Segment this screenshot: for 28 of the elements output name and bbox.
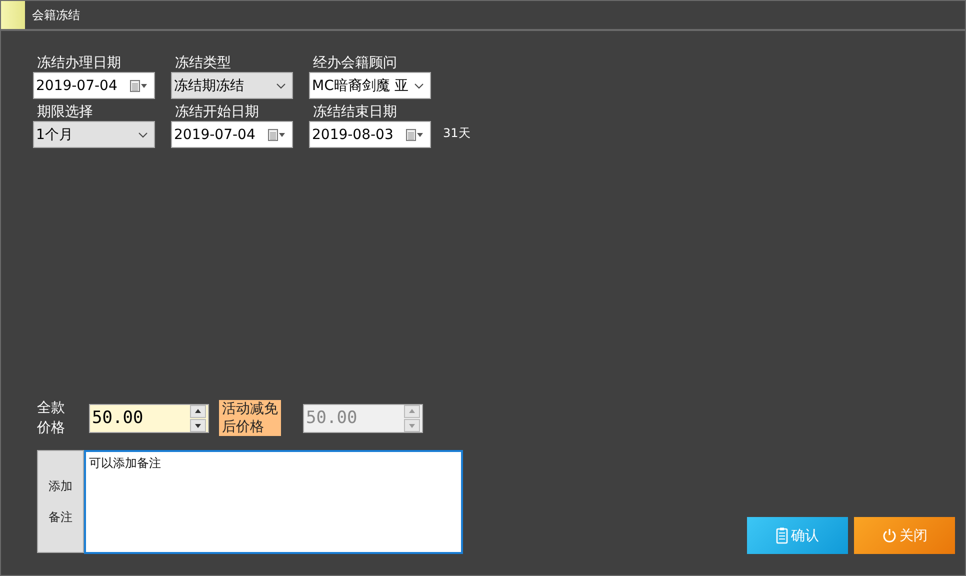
- field-label: 冻结开始日期: [175, 103, 260, 121]
- power-icon: [882, 528, 896, 543]
- calendar-icon: [406, 128, 424, 140]
- date-picker[interactable]: 2019-08-03: [309, 121, 431, 148]
- duration-text: 31天: [443, 125, 470, 142]
- field-label: 经办会籍顾问: [313, 54, 398, 72]
- chevron-icon: [414, 82, 424, 88]
- field-label: 冻结结束日期: [313, 103, 398, 121]
- dropdown[interactable]: MC暗裔剑魔 亚: [309, 72, 431, 99]
- date-picker[interactable]: 2019-07-04: [33, 72, 155, 99]
- discount-price-label: 活动减免 后价格: [219, 400, 281, 436]
- calendar-icon: [130, 80, 148, 92]
- chevron-icon: [138, 132, 148, 138]
- clipboard-icon: [776, 527, 788, 544]
- chevron-icon: [276, 82, 286, 88]
- field-label: 冻结办理日期: [37, 54, 122, 72]
- field-label: 冻结类型: [175, 54, 232, 72]
- dropdown[interactable]: 冻结期冻结: [171, 72, 293, 99]
- dropdown[interactable]: 1个月: [33, 121, 155, 148]
- date-picker[interactable]: 2019-07-04: [171, 121, 293, 148]
- field-label: 期限选择: [37, 103, 94, 121]
- window-title: 会籍冻结: [32, 6, 80, 24]
- add-note-button[interactable]: 添加 备注: [37, 450, 84, 553]
- price-label: 全款 价格: [37, 399, 66, 438]
- notes-field[interactable]: 可以添加备注: [84, 450, 463, 554]
- calendar-icon: [268, 128, 286, 140]
- window-icon: [1, 1, 25, 29]
- price-spinbox[interactable]: 50.00: [89, 404, 209, 432]
